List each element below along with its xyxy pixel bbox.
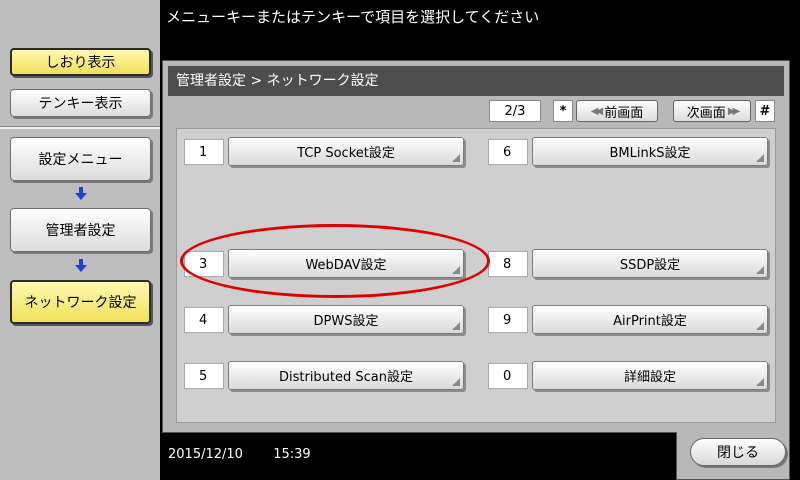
- item-label: TCP Socket設定: [297, 146, 395, 161]
- distributed-scan-settings-button[interactable]: Distributed Scan設定: [228, 361, 464, 390]
- close-button[interactable]: 閉じる: [690, 438, 786, 466]
- item-number: 5: [184, 363, 224, 389]
- sidebar: しおり表示 テンキー表示 設定メニュー 管理者設定 ネットワーク設定: [0, 0, 160, 480]
- highlight-ellipse: [180, 224, 490, 298]
- corner-triangle-icon: [452, 378, 460, 386]
- double-left-arrow-icon: ◀◀: [590, 105, 604, 117]
- down-arrow-icon: [75, 187, 87, 200]
- item-label: AirPrint設定: [613, 314, 687, 329]
- bmlinks-settings-button[interactable]: BMLinkS設定: [532, 137, 768, 166]
- item-number: 8: [488, 251, 528, 277]
- trail-admin-settings-button[interactable]: 管理者設定: [10, 208, 151, 252]
- item-label: Distributed Scan設定: [278, 370, 414, 385]
- ssdp-settings-button[interactable]: SSDP設定: [532, 249, 768, 278]
- trail-network-settings-button[interactable]: ネットワーク設定: [10, 280, 151, 324]
- prev-page-button[interactable]: ◀◀ 前画面: [576, 100, 658, 122]
- dpws-settings-button[interactable]: DPWS設定: [228, 305, 464, 334]
- down-arrow-icon: [75, 259, 87, 272]
- instruction-text: メニューキーまたはテンキーで項目を選択してください: [166, 8, 540, 26]
- corner-triangle-icon: [452, 154, 460, 162]
- sidebar-divider: [0, 126, 160, 129]
- corner-triangle-icon: [452, 322, 460, 330]
- bookmark-display-button[interactable]: しおり表示: [10, 48, 151, 76]
- next-page-button[interactable]: 次画面 ▶▶: [673, 100, 751, 122]
- trail-settings-menu-button[interactable]: 設定メニュー: [10, 137, 151, 181]
- airprint-settings-button[interactable]: AirPrint設定: [532, 305, 768, 334]
- corner-triangle-icon: [756, 378, 764, 386]
- item-label: BMLinkS設定: [609, 146, 691, 161]
- item-number: 6: [488, 139, 528, 165]
- item-number: 4: [184, 307, 224, 333]
- status-time: 15:39: [273, 447, 311, 462]
- item-label: SSDP設定: [619, 258, 681, 273]
- tenkey-display-button[interactable]: テンキー表示: [10, 89, 151, 117]
- corner-triangle-icon: [756, 322, 764, 330]
- page-indicator: 2/3: [489, 100, 541, 122]
- prev-page-label: 前画面: [604, 105, 644, 121]
- item-number: 0: [488, 363, 528, 389]
- advanced-settings-button[interactable]: 詳細設定: [532, 361, 768, 390]
- hash-key-label: #: [755, 100, 775, 122]
- item-number: 1: [184, 139, 224, 165]
- item-label: DPWS設定: [313, 314, 379, 329]
- corner-triangle-icon: [756, 154, 764, 162]
- star-key-label: *: [553, 100, 573, 122]
- item-label: 詳細設定: [623, 370, 676, 385]
- next-page-label: 次画面: [686, 105, 726, 121]
- status-date: 2015/12/10: [168, 447, 243, 462]
- double-right-arrow-icon: ▶▶: [727, 105, 741, 117]
- status-bar: 2015/12/10 15:39: [168, 447, 311, 462]
- tcp-socket-settings-button[interactable]: TCP Socket設定: [228, 137, 464, 166]
- corner-triangle-icon: [756, 266, 764, 274]
- item-number: 9: [488, 307, 528, 333]
- breadcrumb: 管理者設定 > ネットワーク設定: [168, 66, 784, 96]
